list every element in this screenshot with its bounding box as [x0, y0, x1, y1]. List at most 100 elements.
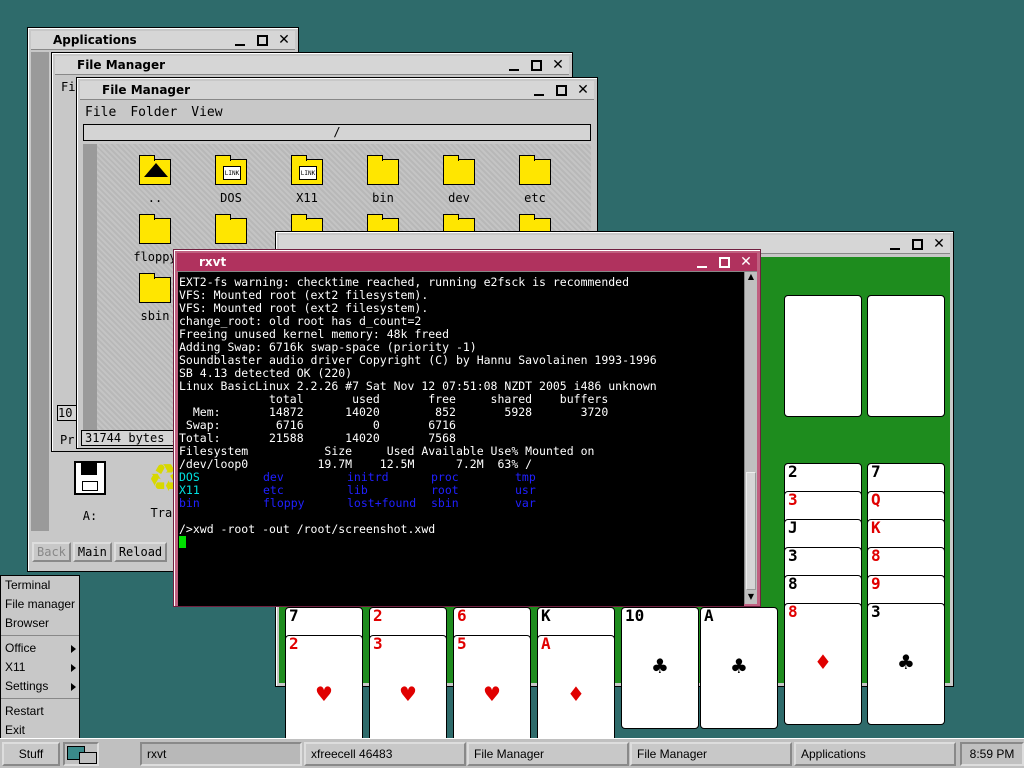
- card-rank: 3: [871, 602, 881, 621]
- card-rank: 2: [788, 462, 798, 481]
- menu-item-office[interactable]: Office: [1, 639, 79, 658]
- card-rank: K: [541, 606, 551, 625]
- close-button[interactable]: ✕: [735, 253, 757, 272]
- menu-folder[interactable]: Folder: [130, 102, 177, 124]
- drive-label: A:: [82, 509, 98, 523]
- menubar: File Folder View: [80, 102, 594, 124]
- pr-stub: Pr: [60, 433, 75, 447]
- menu-item-x11[interactable]: X11: [1, 658, 79, 677]
- folder-icon: [367, 155, 399, 185]
- minimize-button[interactable]: [691, 253, 713, 272]
- command-line[interactable]: />xwd -root -out /root/screenshot.xwd: [179, 523, 743, 536]
- main-button[interactable]: Main: [72, 542, 112, 562]
- card-suit-icon: ♥: [315, 682, 333, 706]
- maximize-button[interactable]: [713, 253, 735, 272]
- floppy-drive-icon[interactable]: A:: [70, 461, 110, 523]
- scroll-thumb[interactable]: [746, 472, 756, 590]
- start-button[interactable]: Stuff: [2, 742, 60, 766]
- file-manager-titlebar-back[interactable]: File Manager ✕: [55, 56, 569, 75]
- menu-item-browser[interactable]: Browser: [1, 614, 79, 633]
- taskbar: Stuff rxvt xfreecell 46483 File Manager …: [0, 738, 1024, 768]
- file-manager-titlebar[interactable]: File Manager ✕: [80, 81, 594, 100]
- card-suit-icon: ♣: [897, 650, 915, 674]
- minimize-button[interactable]: [884, 235, 906, 254]
- minimize-button[interactable]: [528, 81, 550, 100]
- folder-link-icon: LINK: [215, 155, 247, 185]
- apps-pane-edge: [31, 52, 49, 531]
- playing-card[interactable]: 3 ♣: [867, 603, 945, 725]
- folder-item[interactable]: etc: [505, 155, 565, 205]
- card-rank: A: [541, 634, 551, 653]
- maximize-button[interactable]: [906, 235, 928, 254]
- folder-item[interactable]: LINK X11: [277, 155, 337, 205]
- card-rank: 8: [788, 574, 798, 593]
- folder-item[interactable]: dev: [429, 155, 489, 205]
- terminal-scrollbar[interactable]: ▲ ▼: [744, 272, 757, 604]
- window-title: File Manager: [102, 83, 191, 97]
- card-rank: 2: [289, 634, 299, 653]
- maximize-button[interactable]: [525, 56, 547, 75]
- window-title: rxvt: [199, 255, 227, 269]
- card-rank: 3: [788, 546, 798, 565]
- menu-item-file-manager[interactable]: File manager: [1, 595, 79, 614]
- ls-row: bin floppy lost+found sbin var: [179, 497, 743, 510]
- card-rank: 8: [871, 546, 881, 565]
- folder-item[interactable]: bin: [353, 155, 413, 205]
- card-rank: 2: [373, 606, 383, 625]
- menu-item-settings[interactable]: Settings: [1, 677, 79, 696]
- task-xfreecell[interactable]: xfreecell 46483: [304, 742, 466, 766]
- window-title: File Manager: [77, 58, 166, 72]
- status-bar: 31744 bytes i: [81, 430, 181, 446]
- folder-item[interactable]: LINK DOS: [201, 155, 261, 205]
- menu-file[interactable]: File: [85, 102, 116, 124]
- card-rank: Q: [871, 490, 881, 509]
- path-bar[interactable]: /: [83, 124, 591, 141]
- folder-icon: [139, 214, 171, 244]
- close-button[interactable]: ✕: [547, 56, 569, 75]
- close-button[interactable]: ✕: [273, 31, 295, 50]
- task-applications[interactable]: Applications: [794, 742, 956, 766]
- folder-link-icon: LINK: [291, 155, 323, 185]
- playing-card[interactable]: [867, 295, 945, 417]
- close-button[interactable]: ✕: [572, 81, 594, 100]
- card-suit-icon: ♦: [567, 682, 585, 706]
- playing-card[interactable]: A ♣: [700, 607, 778, 729]
- card-suit-icon: ♦: [814, 650, 832, 674]
- playing-card[interactable]: 8 ♦: [784, 603, 862, 725]
- card-rank: 3: [788, 490, 798, 509]
- menu-item-terminal[interactable]: Terminal: [1, 576, 79, 595]
- task-file-manager-2[interactable]: File Manager: [630, 742, 792, 766]
- rxvt-titlebar[interactable]: rxvt ✕: [177, 253, 757, 272]
- card-suit-icon: ♣: [651, 654, 669, 678]
- minimize-button[interactable]: [503, 56, 525, 75]
- card-rank: 8: [788, 602, 798, 621]
- menu-view[interactable]: View: [191, 102, 222, 124]
- card-rank: A: [704, 606, 714, 625]
- close-button[interactable]: ✕: [928, 235, 950, 254]
- folder-item[interactable]: ..: [125, 155, 185, 205]
- playing-card[interactable]: 10 ♣: [621, 607, 699, 729]
- playing-card[interactable]: [784, 295, 862, 417]
- folder-item[interactable]: [201, 214, 261, 250]
- terminal-output[interactable]: EXT2-fs warning: checktime reached, runn…: [178, 272, 744, 606]
- reload-button[interactable]: Reload: [113, 542, 168, 562]
- card-rank: 10: [625, 606, 645, 625]
- minimize-button[interactable]: [229, 31, 251, 50]
- task-rxvt[interactable]: rxvt: [140, 742, 302, 766]
- applications-titlebar[interactable]: Applications ✕: [31, 31, 295, 50]
- menu-stub[interactable]: Fi: [61, 80, 75, 94]
- ls-entry: lost+found: [347, 496, 417, 510]
- ls-entry: sbin: [431, 496, 459, 510]
- nav-buttons: Back Main Reload: [32, 542, 168, 562]
- back-button[interactable]: Back: [32, 542, 71, 562]
- task-file-manager-1[interactable]: File Manager: [467, 742, 629, 766]
- card-rank: K: [871, 518, 881, 537]
- menu-item-restart[interactable]: Restart: [1, 702, 79, 721]
- maximize-button[interactable]: [550, 81, 572, 100]
- card-rank: 7: [289, 606, 299, 625]
- scroll-down-icon[interactable]: ▼: [745, 592, 757, 604]
- maximize-button[interactable]: [251, 31, 273, 50]
- pager-icon[interactable]: [63, 742, 99, 766]
- folder-label: ..: [147, 191, 163, 205]
- scroll-up-icon[interactable]: ▲: [745, 272, 757, 284]
